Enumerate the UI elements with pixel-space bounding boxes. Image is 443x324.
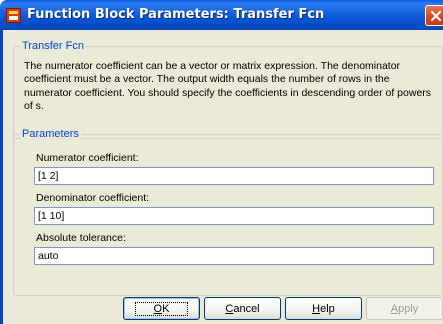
- window-title: Function Block Parameters: Transfer Fcn: [27, 7, 325, 22]
- absolute-tolerance-input[interactable]: [34, 247, 434, 265]
- close-icon: [430, 10, 442, 22]
- apply-button[interactable]: Apply: [366, 297, 443, 320]
- description-group: Transfer Fcn The numerator coefficient c…: [13, 40, 443, 139]
- parameters-group-title: Parameters: [20, 128, 81, 140]
- help-button[interactable]: Help: [285, 297, 362, 320]
- parameters-group: Parameters Numerator coefficient: Denomi…: [13, 128, 443, 296]
- ok-button-label: OK: [134, 301, 189, 316]
- cancel-button[interactable]: Cancel: [204, 297, 281, 320]
- title-bar[interactable]: Function Block Parameters: Transfer Fcn: [0, 0, 443, 30]
- denominator-input[interactable]: [34, 207, 434, 225]
- block-description: The numerator coefficient can be a vecto…: [24, 60, 432, 113]
- absolute-tolerance-label: Absolute tolerance:: [36, 232, 126, 244]
- cancel-button-label: Cancel: [225, 302, 260, 315]
- help-button-label: Help: [312, 302, 335, 315]
- ok-button[interactable]: OK: [123, 297, 200, 320]
- numerator-label: Numerator coefficient:: [36, 152, 139, 164]
- numerator-input[interactable]: [34, 167, 434, 185]
- dialog-body: Transfer Fcn The numerator coefficient c…: [0, 30, 443, 324]
- description-group-title: Transfer Fcn: [20, 40, 86, 52]
- simulink-block-icon: [6, 8, 21, 23]
- close-button[interactable]: [425, 5, 443, 26]
- apply-button-label: Apply: [390, 302, 419, 315]
- denominator-label: Denominator coefficient:: [36, 192, 150, 204]
